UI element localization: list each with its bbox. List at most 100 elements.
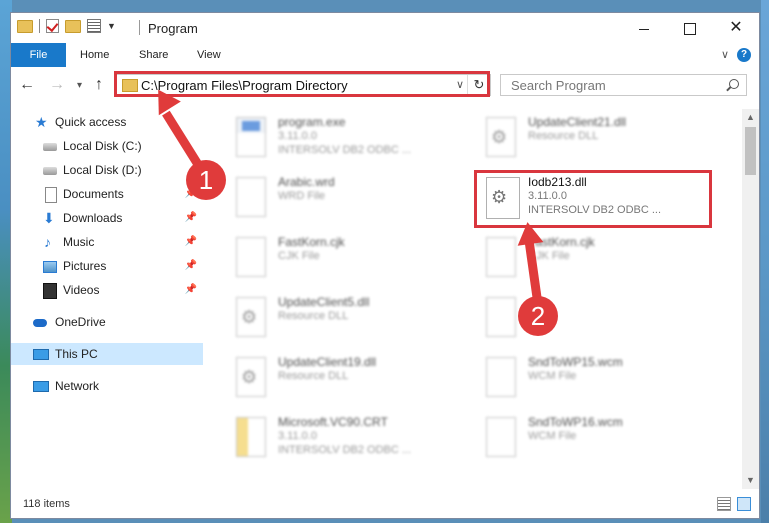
pin-icon[interactable]: 📌: [185, 231, 197, 253]
up-arrow-icon[interactable]: ↑: [95, 76, 103, 94]
sidebar-item-label: Downloads: [63, 211, 123, 225]
dll-file-icon: [236, 297, 266, 337]
navigation-pane: ★ Quick access Local Disk (C:) Local Dis…: [11, 109, 206, 489]
item-count: 118 items: [23, 498, 70, 510]
new-folder-icon[interactable]: [65, 19, 81, 33]
file-icon: [486, 237, 516, 277]
pin-icon[interactable]: 📌: [185, 279, 197, 301]
target-file-highlight: [474, 170, 712, 228]
view-switcher: [717, 497, 751, 511]
file-item[interactable]: UpdateClient5.dll Resource DLL: [228, 293, 458, 349]
file-item[interactable]: SndToWP16.wcm WCM File: [478, 413, 708, 469]
tab-file[interactable]: File: [11, 43, 66, 67]
dll-file-icon: [236, 357, 266, 397]
properties-check-icon[interactable]: [46, 19, 59, 33]
file-icon: [236, 237, 266, 277]
file-item[interactable]: FastKorn.cjk CJK File: [478, 233, 708, 289]
tab-view[interactable]: View: [197, 43, 221, 67]
sidebar-item-this-pc[interactable]: This PC: [11, 343, 203, 365]
sidebar-item-pictures[interactable]: Pictures 📌: [11, 255, 203, 277]
search-icon[interactable]: [729, 79, 739, 89]
pin-icon[interactable]: 📌: [185, 255, 197, 277]
step-badge-2: 2: [518, 296, 558, 336]
sidebar-item-label: Music: [63, 235, 95, 249]
sidebar-item-documents[interactable]: Documents 📌: [11, 183, 203, 205]
file-item[interactable]: [478, 293, 708, 349]
pin-icon[interactable]: 📌: [185, 207, 197, 229]
step-badge-1: 1: [186, 160, 226, 200]
file-item[interactable]: FastKorn.cjk CJK File: [228, 233, 458, 289]
pictures-icon: [43, 261, 57, 273]
file-icon: [486, 417, 516, 457]
sidebar-item-label: OneDrive: [55, 315, 106, 329]
file-type: Resource DLL: [528, 130, 599, 142]
file-item[interactable]: Microsoft.VC90.CRT 3.11.0.0 INTERSOLV DB…: [228, 413, 458, 469]
file-item[interactable]: program.exe 3.11.0.0 INTERSOLV DB2 ODBC …: [228, 113, 458, 169]
recent-locations-chevron-icon[interactable]: ▾: [77, 80, 82, 91]
close-button[interactable]: ✕: [713, 13, 759, 43]
title-bar: ▼ Program ✕: [11, 13, 759, 43]
file-name: Arabic.wrd: [278, 175, 335, 189]
tab-share[interactable]: Share: [139, 43, 168, 67]
maximize-icon: [684, 23, 696, 36]
folder-icon[interactable]: [17, 19, 33, 33]
documents-icon: [45, 187, 57, 203]
sidebar-item-music[interactable]: ♪ Music 📌: [11, 231, 203, 253]
file-name: FastKorn.cjk: [278, 235, 345, 249]
desktop-background-right: [761, 0, 769, 523]
sidebar-item-onedrive[interactable]: OneDrive: [11, 311, 203, 333]
status-bar: 118 items: [11, 493, 759, 517]
file-name: UpdateClient21.dll: [528, 115, 627, 129]
file-item[interactable]: Arabic.wrd WRD File: [228, 173, 458, 229]
minimize-button[interactable]: [621, 13, 667, 43]
tiles-view-icon[interactable]: [737, 497, 751, 511]
file-name: UpdateClient19.dll: [278, 355, 377, 369]
expand-ribbon-chevron-icon[interactable]: ∨: [721, 48, 729, 61]
file-item[interactable]: UpdateClient21.dll Resource DLL: [478, 113, 708, 169]
customize-dropdown-icon[interactable]: ▼: [107, 21, 116, 31]
file-type: WCM File: [528, 430, 577, 442]
scroll-thumb[interactable]: [745, 127, 756, 175]
file-name: UpdateClient5.dll: [278, 295, 370, 309]
scroll-down-icon[interactable]: ▼: [742, 472, 759, 489]
file-type: Resource DLL: [278, 370, 349, 382]
maximize-button[interactable]: [667, 13, 713, 43]
file-description: INTERSOLV DB2 ODBC ...: [278, 444, 412, 456]
forward-arrow-icon[interactable]: →: [49, 76, 65, 94]
sidebar-item-label: Pictures: [63, 259, 107, 273]
sidebar-item-label: Network: [55, 379, 100, 393]
scroll-up-icon[interactable]: ▲: [742, 109, 759, 126]
file-list: program.exe 3.11.0.0 INTERSOLV DB2 ODBC …: [206, 109, 742, 489]
search-placeholder: Search Program: [511, 78, 606, 93]
sidebar-item-downloads[interactable]: ⬇ Downloads 📌: [11, 207, 203, 229]
toolbar-divider: [39, 19, 40, 33]
details-view-icon[interactable]: [717, 497, 731, 511]
cloud-icon: [33, 319, 47, 327]
sidebar-item-local-disk-c[interactable]: Local Disk (C:): [11, 135, 203, 157]
vertical-scrollbar[interactable]: ▲ ▼: [742, 109, 759, 489]
file-icon: [236, 177, 266, 217]
sidebar-item-label: Quick access: [55, 115, 127, 129]
back-arrow-icon[interactable]: ←: [19, 76, 35, 94]
view-options-icon[interactable]: [87, 19, 101, 33]
drive-icon: [43, 143, 57, 151]
window-title: Program: [148, 21, 198, 36]
file-name: Microsoft.VC90.CRT: [278, 415, 388, 429]
file-version: 3.11.0.0: [278, 130, 317, 142]
file-item[interactable]: SndToWP15.wcm WCM File: [478, 353, 708, 409]
sidebar-item-videos[interactable]: Videos 📌: [11, 279, 203, 301]
file-item[interactable]: UpdateClient19.dll Resource DLL: [228, 353, 458, 409]
tab-home[interactable]: Home: [80, 43, 109, 67]
file-icon: [486, 297, 516, 337]
file-version: 3.11.0.0: [278, 430, 317, 442]
file-name: program.exe: [278, 115, 346, 129]
file-description: INTERSOLV DB2 ODBC ...: [278, 144, 412, 156]
sidebar-item-local-disk-d[interactable]: Local Disk (D:): [11, 159, 203, 181]
quick-access-toolbar: ▼: [17, 19, 116, 33]
exe-file-icon: [236, 117, 266, 157]
file-icon: [486, 357, 516, 397]
sidebar-item-network[interactable]: Network: [11, 375, 203, 397]
help-icon[interactable]: ?: [737, 48, 751, 62]
minimize-icon: [639, 28, 649, 30]
search-input[interactable]: Search Program: [500, 74, 747, 96]
